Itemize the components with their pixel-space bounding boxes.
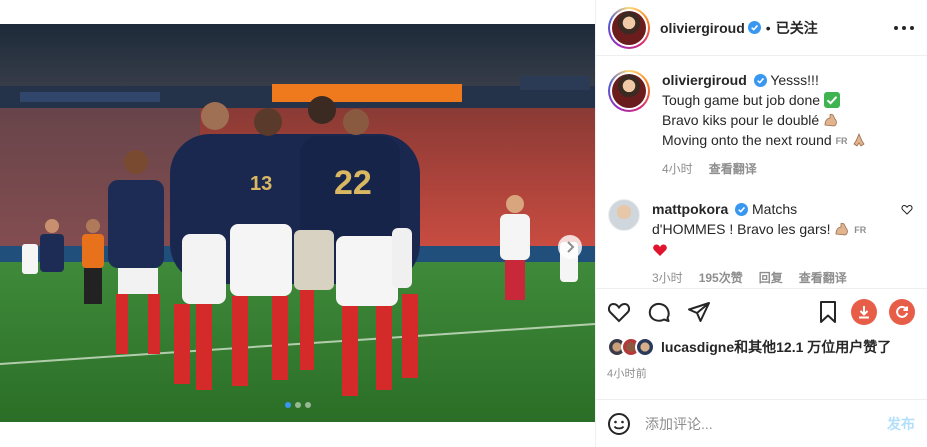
follow-status-button[interactable]: 已关注: [776, 18, 818, 38]
like-button[interactable]: [607, 301, 631, 323]
caption-line-1: Yesss!!!: [770, 72, 819, 88]
commenter-username[interactable]: mattpokora: [652, 201, 728, 217]
save-button[interactable]: [817, 300, 839, 324]
carousel-dot-1: [284, 402, 291, 408]
smile-icon: [608, 412, 630, 435]
refresh-button[interactable]: [889, 299, 915, 325]
comment-bubble-icon: [648, 302, 670, 322]
caption-username[interactable]: oliviergiroud: [662, 72, 747, 88]
share-button[interactable]: [687, 300, 711, 324]
commenter-avatar[interactable]: [608, 199, 640, 231]
post-comment-button[interactable]: 发布: [887, 414, 915, 434]
comment-button[interactable]: [647, 300, 671, 324]
author-username[interactable]: oliviergiroud: [660, 20, 745, 36]
check-mark-emoji-icon: [823, 92, 840, 108]
more-options-button[interactable]: [893, 25, 915, 31]
comment-reply-button[interactable]: 回复: [759, 268, 783, 288]
verified-badge-icon: [747, 21, 761, 34]
carousel-dot-3: [304, 402, 311, 408]
comment-composer: 发布: [595, 399, 927, 447]
caption-line-2: Tough game but job done: [662, 92, 821, 108]
red-heart-emoji-icon: [653, 244, 667, 256]
caption-translate-link[interactable]: 查看翻译: [709, 159, 757, 179]
caption-time: 4小时: [662, 162, 693, 176]
heart-outline-icon: [901, 204, 913, 215]
caption-fr-tag: FR: [835, 136, 848, 146]
post-timestamp: 4小时前: [607, 368, 647, 380]
comment-like-button[interactable]: [901, 202, 913, 218]
comments-section: oliviergiroud Yesss!!! Tough game but jo…: [596, 56, 927, 288]
comment-item: mattpokora Matchs d'HOMMES ! Bravo les g…: [608, 199, 915, 288]
flexed-biceps-emoji-icon: [835, 222, 849, 236]
caption-line-3: Bravo kiks pour le doublé: [662, 112, 820, 128]
comment-likes-count[interactable]: 195次赞: [699, 268, 743, 288]
carousel-dots: [0, 402, 595, 408]
post-photo[interactable]: 22 13: [0, 24, 595, 422]
avatar-image: [612, 10, 646, 45]
refresh-icon: [896, 305, 908, 318]
comment-time: 3小时: [652, 271, 683, 285]
svg-text:22: 22: [334, 164, 372, 202]
liker-avatar: [635, 337, 655, 357]
match-photo-illustration: 22 13: [0, 24, 595, 422]
comment-text-2: d'HOMMES ! Bravo les gars!: [652, 221, 831, 237]
bookmark-icon: [820, 301, 836, 323]
verified-badge-icon: [735, 203, 749, 216]
comment-fr-tag: FR: [854, 225, 867, 235]
comment-translate-link[interactable]: 查看翻译: [799, 268, 847, 288]
carousel-dot-2: [294, 402, 301, 408]
verified-badge-icon: [753, 74, 767, 87]
paper-plane-icon: [688, 302, 710, 322]
more-horizontal-icon: [894, 25, 914, 30]
download-icon: [859, 306, 869, 319]
comment-input[interactable]: [645, 415, 887, 432]
post-header: oliviergiroud • 已关注: [596, 0, 927, 56]
heart-outline-icon: [607, 302, 631, 323]
actions-bar: lucasdigne和其他12.1 万位用户赞了 4小时前: [595, 288, 927, 381]
flexed-biceps-emoji-icon: [824, 113, 837, 127]
caption-author-avatar[interactable]: [608, 70, 650, 112]
folded-hands-emoji-icon: [853, 132, 866, 147]
chevron-right-icon: [567, 241, 575, 253]
separator-dot: •: [765, 19, 771, 36]
caption: oliviergiroud Yesss!!! Tough game but jo…: [608, 70, 915, 179]
emoji-picker-button[interactable]: [607, 412, 631, 436]
likes-text: lucasdigne和其他12.1 万位用户赞了: [661, 339, 892, 355]
comment-text-1: Matchs: [752, 201, 798, 217]
carousel-next-button[interactable]: [558, 235, 582, 259]
caption-line-4: Moving onto the next round: [662, 132, 832, 148]
svg-text:13: 13: [250, 173, 272, 195]
author-avatar[interactable]: [608, 6, 650, 49]
likes-summary[interactable]: lucasdigne和其他12.1 万位用户赞了: [607, 337, 915, 357]
download-button[interactable]: [851, 299, 877, 325]
